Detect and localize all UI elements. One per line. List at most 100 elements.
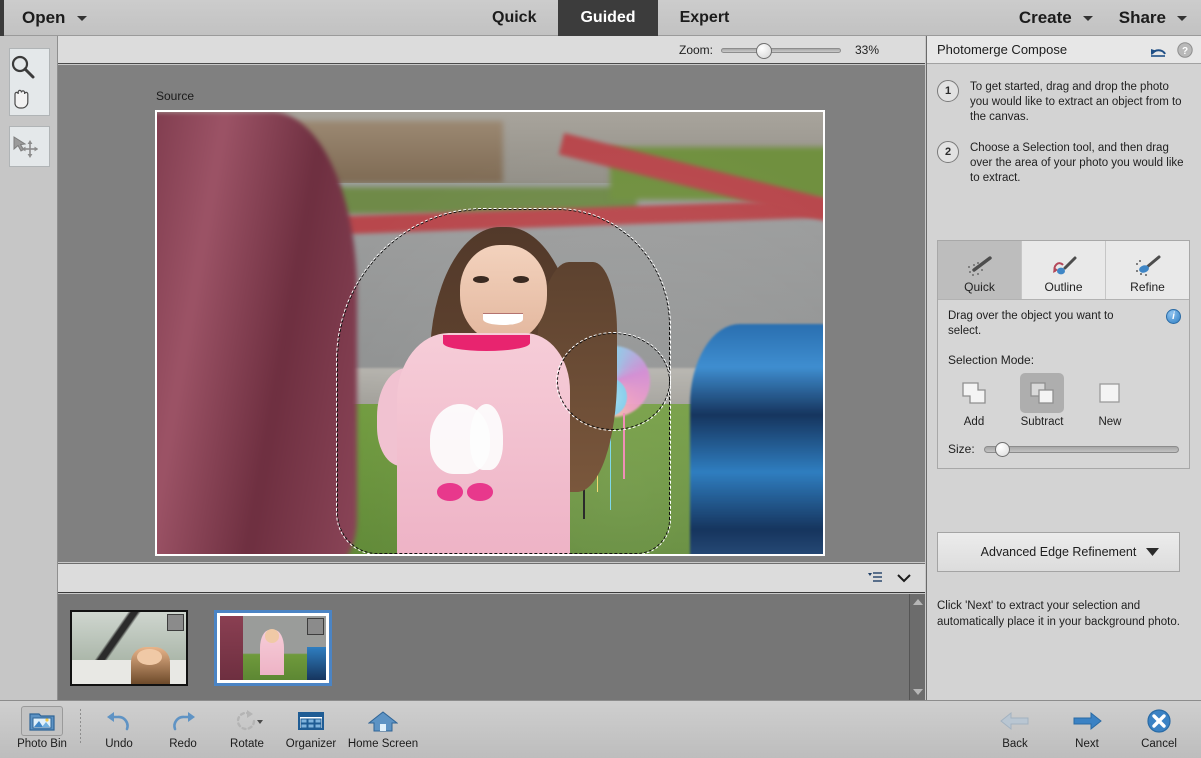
divider	[80, 709, 81, 743]
selection-tool-tabs: Quick Outline	[938, 241, 1189, 300]
help-icon[interactable]: ?	[1177, 42, 1193, 58]
view-tools-group	[9, 48, 50, 116]
tab-expert-label: Expert	[680, 9, 730, 27]
size-slider-handle[interactable]	[995, 442, 1010, 457]
next-label: Next	[1075, 738, 1099, 750]
photo-bin[interactable]	[58, 594, 925, 700]
home-screen-button[interactable]: Home Screen	[343, 701, 423, 750]
selection-mode-subtract[interactable]: Subtract	[1016, 373, 1068, 428]
bottom-left-tools: Photo Bin Undo	[10, 701, 423, 758]
bottom-right-actions: Back Next	[983, 701, 1191, 758]
tab-outline-selection-label: Outline	[1044, 280, 1082, 294]
list-item[interactable]	[70, 610, 188, 686]
zoom-tool-icon[interactable]	[10, 54, 49, 80]
advanced-edge-refinement-button[interactable]: Advanced Edge Refinement	[937, 532, 1180, 572]
rotate-label: Rotate	[230, 738, 264, 750]
redo-icon	[169, 706, 197, 736]
tab-quick[interactable]: Quick	[470, 0, 558, 36]
selection-options: Drag over the object you want to select.…	[938, 300, 1189, 468]
bin-collapse-icon[interactable]	[897, 573, 911, 583]
open-menu-button[interactable]: Open	[22, 0, 87, 36]
undo-button[interactable]: Undo	[87, 701, 151, 750]
tab-quick-selection[interactable]: Quick	[938, 241, 1022, 299]
selection-hint: Drag over the object you want to select.	[948, 309, 1148, 339]
back-button[interactable]: Back	[983, 701, 1047, 750]
bin-options-icon[interactable]	[868, 571, 883, 585]
hand-tool-icon[interactable]	[10, 85, 49, 111]
move-tool-icon[interactable]	[10, 134, 49, 160]
zoom-label: Zoom:	[679, 43, 713, 57]
tab-guided[interactable]: Guided	[558, 0, 657, 36]
instruction-steps: 1 To get started, drag and drop the phot…	[927, 64, 1201, 208]
cancel-button[interactable]: Cancel	[1127, 701, 1191, 750]
home-icon	[368, 706, 398, 736]
organizer-button[interactable]: Organizer	[279, 701, 343, 750]
tab-expert[interactable]: Expert	[658, 0, 752, 36]
cancel-icon	[1144, 706, 1174, 736]
photo-bin-toolbar	[58, 563, 925, 593]
quick-select-icon	[965, 252, 995, 280]
canvas-area[interactable]: Source	[58, 65, 925, 562]
tab-quick-selection-label: Quick	[964, 280, 995, 294]
undo-label: Undo	[105, 738, 133, 750]
move-tool-group	[9, 126, 50, 167]
source-label: Source	[156, 89, 194, 103]
photo-bin-button[interactable]: Photo Bin	[10, 701, 74, 750]
scroll-up-icon[interactable]	[913, 599, 923, 605]
panel-header: Photomerge Compose ?	[927, 36, 1201, 64]
zoom-control: Zoom: 33%	[679, 36, 879, 64]
next-button[interactable]: Next	[1055, 701, 1119, 750]
panel-title: Photomerge Compose	[937, 42, 1067, 57]
chevron-down-icon	[1146, 548, 1159, 556]
photo-bin-icon	[21, 706, 63, 736]
outline-brush-icon	[1049, 252, 1079, 280]
back-label: Back	[1002, 738, 1028, 750]
redo-button[interactable]: Redo	[151, 701, 215, 750]
tab-guided-label: Guided	[580, 9, 635, 27]
tab-refine-selection[interactable]: Refine	[1106, 241, 1189, 299]
info-icon[interactable]: i	[1166, 309, 1181, 324]
refine-brush-icon	[1133, 252, 1163, 280]
zoom-slider[interactable]	[721, 48, 841, 53]
step-number: 2	[937, 141, 959, 163]
list-item: 1 To get started, drag and drop the phot…	[937, 80, 1187, 125]
selection-mode-new-label: New	[1098, 416, 1121, 428]
size-slider[interactable]	[984, 446, 1179, 453]
selection-mode-add[interactable]: Add	[948, 373, 1000, 428]
home-screen-label: Home Screen	[348, 738, 418, 750]
redo-label: Redo	[169, 738, 197, 750]
photoshop-elements-window: Open Quick Guided Expert Create Share	[0, 0, 1201, 758]
selection-mode-new[interactable]: New	[1084, 373, 1136, 428]
reset-icon[interactable]	[1149, 42, 1168, 58]
mode-tabs: Quick Guided Expert	[470, 0, 751, 36]
create-menu-label: Create	[1019, 8, 1072, 28]
share-menu-button[interactable]: Share	[1119, 8, 1187, 28]
top-right-menus: Create Share	[1019, 0, 1187, 36]
rotate-button[interactable]: Rotate	[215, 701, 279, 750]
selection-mode-label: Selection Mode:	[948, 353, 1179, 367]
selection-tools-box: Quick Outline	[937, 240, 1190, 469]
list-item[interactable]	[214, 610, 332, 686]
options-bar: Zoom: 33%	[58, 36, 925, 64]
scroll-down-icon[interactable]	[913, 689, 923, 695]
selection-mode-add-label: Add	[964, 416, 984, 428]
source-photo-image	[157, 112, 823, 554]
zoom-slider-handle[interactable]	[756, 43, 772, 59]
tab-quick-label: Quick	[492, 9, 536, 27]
create-menu-button[interactable]: Create	[1019, 8, 1093, 28]
photo-bin-scrollbar[interactable]	[909, 594, 925, 700]
panel-footnote: Click 'Next' to extract your selection a…	[937, 598, 1187, 630]
step-number: 1	[937, 80, 959, 102]
chevron-down-icon	[77, 16, 87, 21]
new-mode-icon	[1088, 373, 1132, 413]
selection-marquee-wand	[557, 333, 670, 430]
tab-outline-selection[interactable]: Outline	[1022, 241, 1106, 299]
open-menu-label: Open	[22, 8, 65, 28]
cancel-label: Cancel	[1141, 738, 1177, 750]
source-photo[interactable]	[155, 110, 825, 556]
chevron-down-icon	[1083, 16, 1093, 21]
bottom-toolbar: Photo Bin Undo	[0, 700, 1201, 758]
photo-bin-label: Photo Bin	[17, 738, 67, 750]
zoom-value: 33%	[849, 43, 879, 57]
share-menu-label: Share	[1119, 8, 1166, 28]
